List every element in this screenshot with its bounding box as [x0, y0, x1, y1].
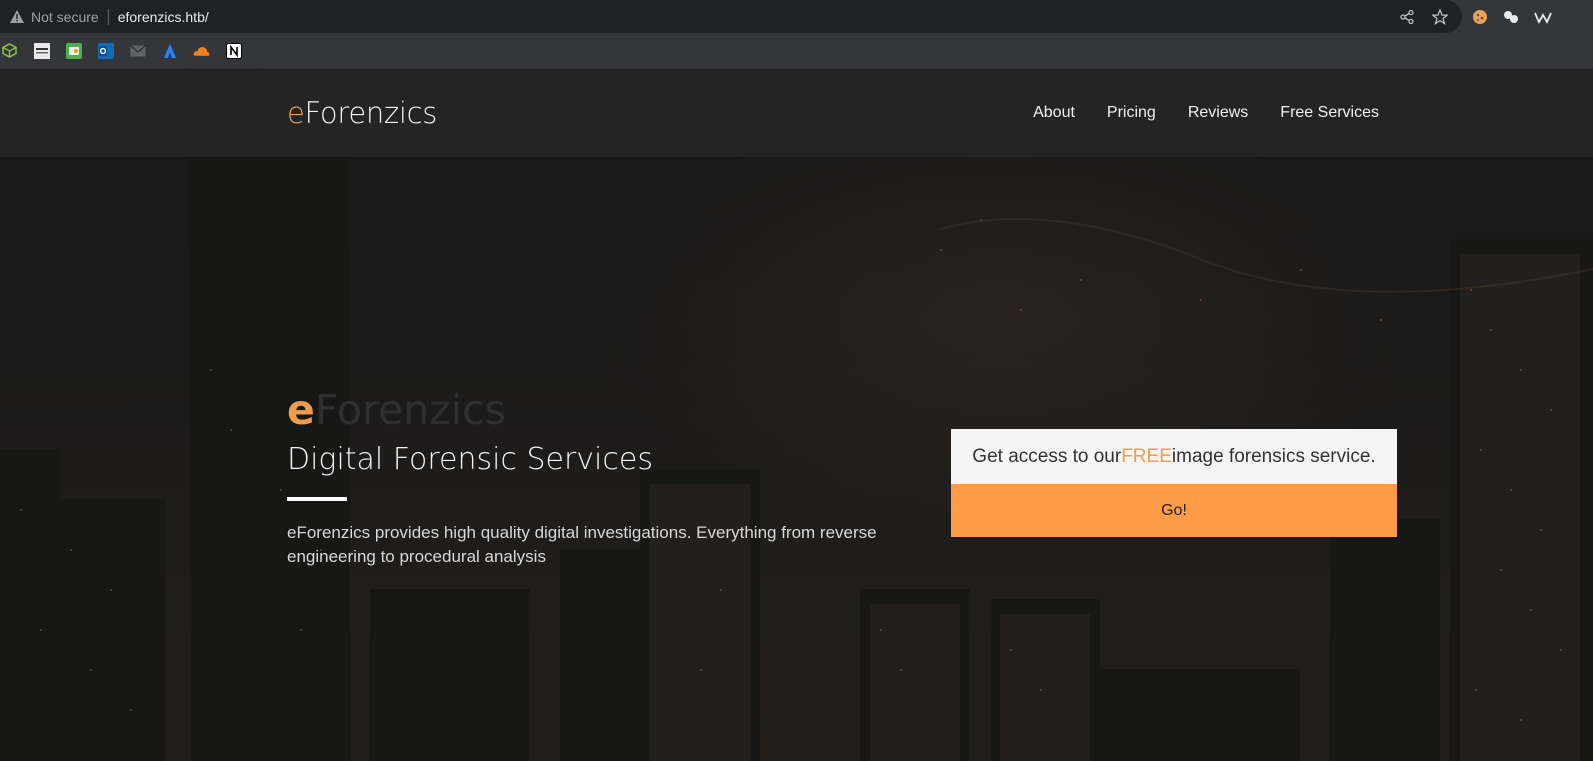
outlook-bookmark-icon[interactable] — [97, 42, 114, 59]
bank-bookmark-icon[interactable] — [33, 42, 50, 59]
cta-text-after: image forensics service. — [1171, 445, 1376, 467]
url-text[interactable]: eforenzics.htb/ — [118, 9, 209, 25]
security-label[interactable]: Not secure — [31, 9, 99, 25]
nav-free-services[interactable]: Free Services — [1280, 104, 1379, 122]
hero-description: eForenzics provides high quality digital… — [287, 523, 877, 566]
share-icon[interactable] — [1400, 9, 1414, 24]
warning-icon[interactable] — [10, 10, 24, 24]
cookie-extension-icon[interactable] — [1472, 9, 1488, 25]
cloud-bookmark-icon[interactable] — [193, 42, 210, 59]
bookmarks-bar — [0, 33, 1593, 69]
cube-bookmark-icon[interactable] — [1, 42, 18, 59]
atlassian-bookmark-icon[interactable] — [161, 42, 178, 59]
cta-text-before: Get access to our — [972, 445, 1122, 467]
mail-bookmark-icon[interactable] — [129, 42, 146, 59]
web-page: eForenzics About Pricing Reviews Free Se… — [0, 69, 1593, 761]
site-navbar: eForenzics About Pricing Reviews Free Se… — [0, 69, 1593, 157]
hero-brand-text: Forenzics — [314, 386, 506, 434]
background-overlay — [0, 69, 1593, 761]
cta-free-highlight: FREE — [1121, 445, 1172, 467]
logo-text: Forenzics — [304, 96, 438, 130]
green-app-bookmark-icon[interactable] — [65, 42, 82, 59]
notion-bookmark-icon[interactable] — [225, 42, 242, 59]
site-logo[interactable]: eForenzics — [287, 96, 437, 130]
browser-toolbar: Not secure eforenzics.htb/ — [0, 0, 1593, 33]
logo-e: e — [287, 96, 305, 130]
nav-about[interactable]: About — [1033, 104, 1075, 122]
puzzle-extension-icon[interactable] — [1502, 9, 1520, 25]
omnibox-divider — [107, 8, 109, 25]
nav-reviews[interactable]: Reviews — [1188, 104, 1248, 122]
hero-brand: eForenzics — [287, 386, 506, 434]
hero-title: Digital Forensic Services — [287, 442, 653, 477]
omnibox[interactable]: Not secure eforenzics.htb/ — [0, 0, 1462, 33]
main-nav: About Pricing Reviews Free Services — [1033, 104, 1379, 122]
nav-pricing[interactable]: Pricing — [1107, 104, 1156, 122]
hero-divider — [287, 497, 347, 501]
hero-brand-e: e — [287, 386, 315, 434]
cta-text: Get access to our FREE image forensics s… — [951, 429, 1397, 484]
wappalyzer-extension-icon[interactable] — [1534, 9, 1552, 25]
bookmark-star-icon[interactable] — [1432, 8, 1448, 25]
go-button[interactable]: Go! — [951, 484, 1397, 537]
free-service-card: Get access to our FREE image forensics s… — [951, 429, 1397, 537]
